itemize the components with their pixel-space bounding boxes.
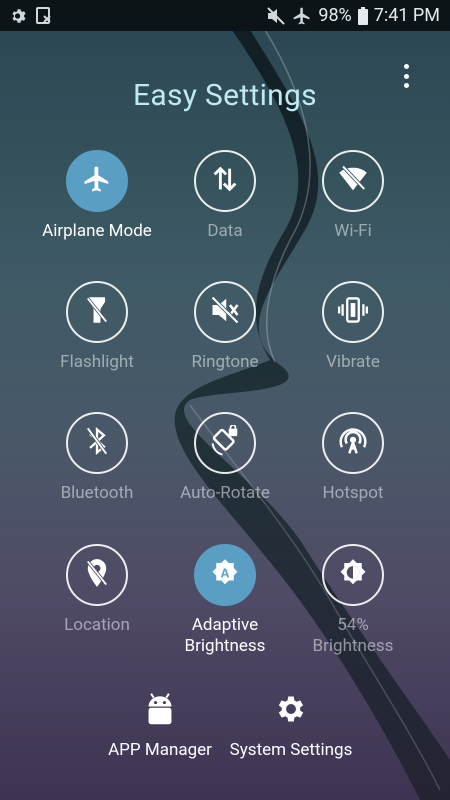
hotspot-icon xyxy=(337,425,369,461)
wifi-toggle[interactable] xyxy=(322,150,384,212)
auto-brightness-icon: A xyxy=(210,558,240,592)
data-toggle[interactable] xyxy=(194,150,256,212)
tile-label: Wi-Fi xyxy=(334,221,372,241)
tile-vibrate[interactable]: Vibrate xyxy=(289,281,417,373)
menu-dot-icon xyxy=(403,64,409,69)
tile-hotspot[interactable]: Hotspot xyxy=(289,412,417,504)
battery-icon xyxy=(357,6,368,25)
tile-label: Hotspot xyxy=(322,483,384,503)
tile-label-line1: Adaptive xyxy=(191,615,259,635)
app-manager-label: APP Manager xyxy=(108,740,212,760)
tile-airplane-mode[interactable]: Airplane Mode xyxy=(33,150,161,242)
tile-label: Flashlight xyxy=(60,352,134,372)
tile-label: Data xyxy=(207,221,243,241)
location-toggle[interactable] xyxy=(66,544,128,606)
tile-label: Auto-Rotate xyxy=(180,483,270,503)
system-settings-label: System Settings xyxy=(229,740,353,760)
page-title: Easy Settings xyxy=(133,78,317,113)
android-icon xyxy=(146,691,174,732)
tile-wifi[interactable]: Wi-Fi xyxy=(289,150,417,242)
airplane-icon xyxy=(82,164,112,198)
tile-ringtone[interactable]: Ringtone xyxy=(161,281,289,373)
airplane-status-icon xyxy=(292,6,312,26)
tile-adaptive-brightness[interactable]: A Adaptive Brightness xyxy=(161,544,289,657)
bluetooth-off-icon xyxy=(84,426,110,460)
gear-icon xyxy=(10,7,28,25)
location-off-icon xyxy=(84,558,110,592)
system-settings-button[interactable]: System Settings xyxy=(221,692,361,760)
airplane-toggle[interactable] xyxy=(66,150,128,212)
overflow-menu-button[interactable] xyxy=(396,64,416,88)
vibrate-toggle[interactable] xyxy=(322,281,384,343)
tile-label: Ringtone xyxy=(191,352,259,372)
tile-brightness[interactable]: 54% Brightness xyxy=(289,544,417,657)
tile-bluetooth[interactable]: Bluetooth xyxy=(33,412,161,504)
menu-dot-icon xyxy=(403,83,409,88)
tile-label: Bluetooth xyxy=(60,483,134,503)
tile-label-line2: Brightness xyxy=(312,636,394,656)
wifi-off-icon xyxy=(338,165,368,197)
ringtone-toggle[interactable] xyxy=(194,281,256,343)
tile-label: Location xyxy=(64,615,130,635)
tile-label: Vibrate xyxy=(326,352,380,372)
tile-data[interactable]: Data xyxy=(161,150,289,242)
flashlight-toggle[interactable] xyxy=(66,281,128,343)
screenshot-notification-icon xyxy=(36,6,52,25)
data-icon xyxy=(211,164,239,198)
adaptive-brightness-toggle[interactable]: A xyxy=(194,544,256,606)
clock: 7:41 PM xyxy=(373,5,440,26)
tile-label-line2: Brightness xyxy=(184,636,266,656)
brightness-toggle[interactable] xyxy=(322,544,384,606)
tile-label: 54% Brightness xyxy=(289,615,417,657)
bluetooth-toggle[interactable] xyxy=(66,412,128,474)
mute-icon xyxy=(210,296,240,328)
menu-dot-icon xyxy=(403,73,409,79)
brightness-icon xyxy=(338,558,368,592)
status-bar: 98% 7:41 PM xyxy=(0,0,450,31)
hotspot-toggle[interactable] xyxy=(322,412,384,474)
rotate-lock-icon xyxy=(209,424,241,461)
battery-percent: 98% xyxy=(318,5,352,26)
flashlight-off-icon xyxy=(84,295,110,329)
svg-text:A: A xyxy=(220,566,229,580)
app-manager-button[interactable]: APP Manager xyxy=(100,692,220,760)
background-wave xyxy=(174,29,450,800)
tile-label: Airplane Mode xyxy=(42,221,152,241)
tile-location[interactable]: Location xyxy=(33,544,161,636)
mute-status-icon xyxy=(266,6,286,25)
tile-label-line1: 54% xyxy=(337,615,369,635)
settings-gear-icon xyxy=(274,692,308,731)
vibrate-icon xyxy=(338,296,368,328)
tile-label: Adaptive Brightness xyxy=(161,615,289,657)
tile-flashlight[interactable]: Flashlight xyxy=(33,281,161,373)
tile-auto-rotate[interactable]: Auto-Rotate xyxy=(161,412,289,504)
auto-rotate-toggle[interactable] xyxy=(194,412,256,474)
